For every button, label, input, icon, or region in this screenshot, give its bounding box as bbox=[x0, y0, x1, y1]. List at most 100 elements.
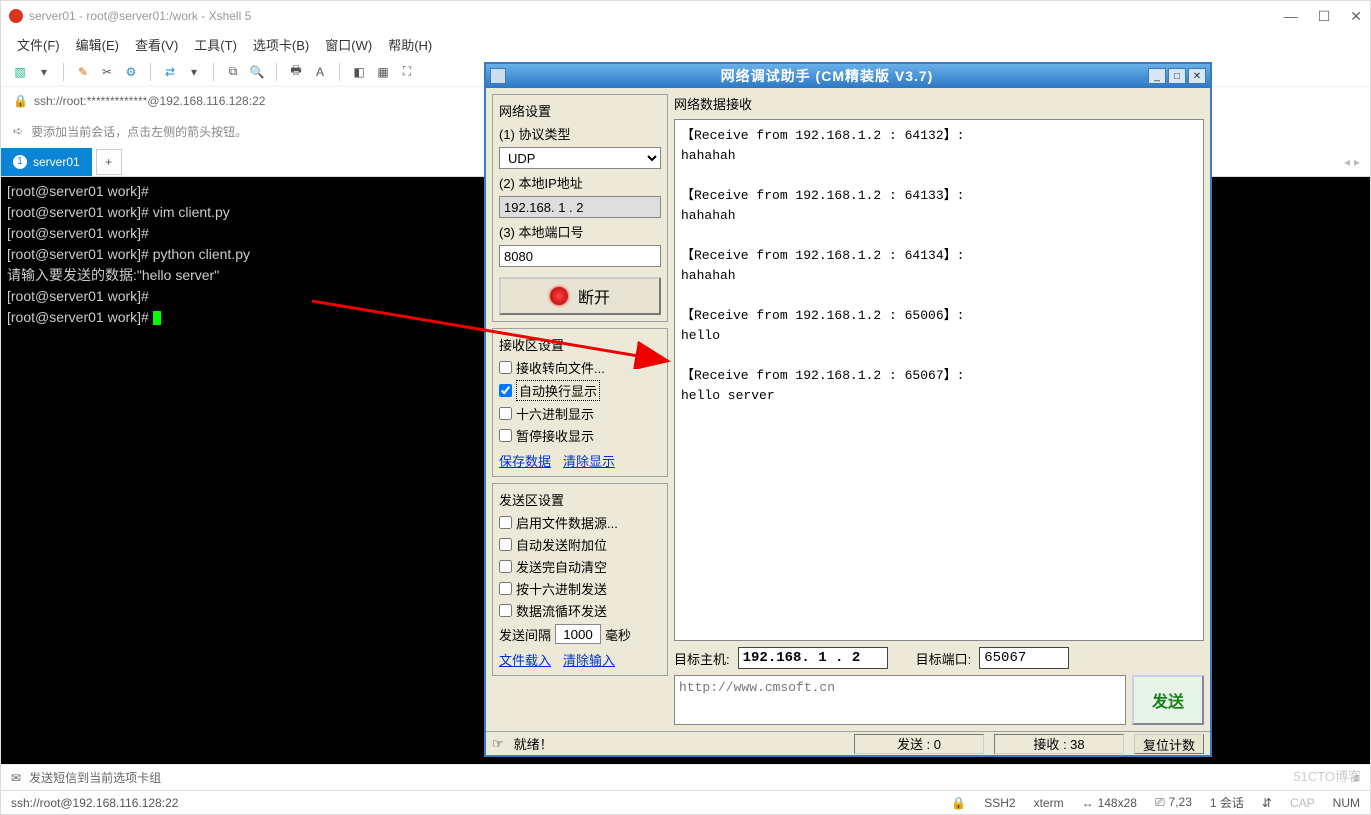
updown-icon: ⇵ bbox=[1262, 796, 1272, 810]
dropdown-icon[interactable]: ▾ bbox=[185, 63, 203, 81]
port-input[interactable] bbox=[499, 245, 661, 267]
menu-tools[interactable]: 工具(T) bbox=[188, 33, 243, 56]
menu-window[interactable]: 窗口(W) bbox=[319, 33, 378, 56]
send-count: 发送 : 0 bbox=[854, 734, 984, 754]
na-titlebar[interactable]: 网络调试助手 (CM精装版 V3.7) _ □ ✕ bbox=[486, 64, 1210, 88]
status-cap: CAP bbox=[1290, 796, 1315, 810]
lock-small-icon: 🔒 bbox=[951, 796, 966, 810]
menu-tabs[interactable]: 选项卡(B) bbox=[247, 33, 315, 56]
proto-label: (1) 协议类型 bbox=[499, 124, 661, 143]
status-bar-2: ssh://root@192.168.116.128:22 🔒 SSH2 xte… bbox=[1, 790, 1370, 814]
send-settings-group: 发送区设置 启用文件数据源... 自动发送附加位 发送完自动清空 按十六进制发送… bbox=[492, 483, 668, 676]
send-button[interactable]: 发送 bbox=[1132, 675, 1204, 725]
interval-input[interactable] bbox=[555, 624, 601, 644]
recv-settings-group: 接收区设置 接收转向文件... 自动换行显示 十六进制显示 暂停接收显示 保存数… bbox=[492, 328, 668, 477]
properties-icon[interactable]: ⚙ bbox=[122, 63, 140, 81]
address-value[interactable]: ssh://root:*************@192.168.116.128… bbox=[34, 94, 265, 108]
font-icon[interactable]: A bbox=[311, 63, 329, 81]
clear-input-link[interactable]: 清除输入 bbox=[563, 650, 615, 669]
open-icon[interactable]: ▾ bbox=[35, 63, 53, 81]
status-ssh: SSH2 bbox=[984, 796, 1015, 810]
na-title: 网络调试助手 (CM精装版 V3.7) bbox=[512, 66, 1142, 86]
na-min-button[interactable]: _ bbox=[1148, 68, 1166, 84]
loop-send-check[interactable]: 数据流循环发送 bbox=[499, 601, 661, 620]
net-settings-title: 网络设置 bbox=[499, 101, 661, 120]
reset-count-button[interactable]: 复位计数 bbox=[1134, 734, 1204, 754]
ready-icon: ☞ bbox=[492, 736, 504, 752]
status-size: ↔148x28 bbox=[1082, 796, 1137, 810]
status-num: NUM bbox=[1333, 796, 1360, 810]
search-icon[interactable]: 🔍 bbox=[248, 63, 266, 81]
na-max-button[interactable]: □ bbox=[1168, 68, 1186, 84]
tip-text: 要添加当前会话，点击左侧的箭头按钮。 bbox=[31, 123, 247, 140]
tab-index-badge: 1 bbox=[13, 155, 27, 169]
copy-icon[interactable]: ⧉ bbox=[224, 63, 242, 81]
menu-view[interactable]: 查看(V) bbox=[129, 33, 184, 56]
hex-send-check[interactable]: 按十六进制发送 bbox=[499, 579, 661, 598]
watermark-text: 51CTO博客 bbox=[1293, 766, 1361, 785]
cursor-icon bbox=[153, 311, 161, 325]
window-close-button[interactable]: ✕ bbox=[1350, 8, 1362, 25]
net-settings-group: 网络设置 (1) 协议类型 UDP (2) 本地IP地址 (3) 本地端口号 断… bbox=[492, 94, 668, 322]
interval-label2: 毫秒 bbox=[605, 625, 631, 644]
window-min-button[interactable]: — bbox=[1284, 8, 1298, 25]
auto-wrap-check[interactable]: 自动换行显示 bbox=[499, 380, 661, 401]
recv-count: 接收 : 38 bbox=[994, 734, 1124, 754]
na-close-button[interactable]: ✕ bbox=[1188, 68, 1206, 84]
port-label: (3) 本地端口号 bbox=[499, 222, 661, 241]
xshell-titlebar: server01 - root@server01:/work - Xshell … bbox=[1, 1, 1370, 31]
disconnect-icon[interactable]: ✂ bbox=[98, 63, 116, 81]
auto-append-check[interactable]: 自动发送附加位 bbox=[499, 535, 661, 554]
print-icon[interactable]: 🖶 bbox=[287, 63, 305, 81]
clear-after-check[interactable]: 发送完自动清空 bbox=[499, 557, 661, 576]
reconnect-icon[interactable]: ✎ bbox=[74, 63, 92, 81]
sun-icon bbox=[550, 287, 568, 305]
file-load-link[interactable]: 文件载入 bbox=[499, 650, 551, 669]
recv-settings-title: 接收区设置 bbox=[499, 335, 661, 354]
tip-arrow-icon[interactable]: ➪ bbox=[13, 124, 23, 138]
status-connection: ssh://root@192.168.116.128:22 bbox=[11, 796, 178, 810]
new-session-icon[interactable]: ▧ bbox=[11, 63, 29, 81]
status1-text: 发送短信到当前选项卡组 bbox=[29, 769, 161, 786]
tab-prev-icon[interactable]: ◂ bbox=[1344, 155, 1350, 169]
network-assistant-window: 网络调试助手 (CM精装版 V3.7) _ □ ✕ 网络设置 (1) 协议类型 … bbox=[484, 62, 1212, 757]
view-icon[interactable]: ▦ bbox=[374, 63, 392, 81]
tab-server01[interactable]: 1 server01 bbox=[1, 148, 92, 176]
file-source-check[interactable]: 启用文件数据源... bbox=[499, 513, 661, 532]
send-settings-title: 发送区设置 bbox=[499, 490, 661, 509]
tab-add-button[interactable]: + bbox=[96, 149, 122, 175]
tab-next-icon[interactable]: ▸ bbox=[1354, 155, 1360, 169]
color-icon[interactable]: ◧ bbox=[350, 63, 368, 81]
menu-file[interactable]: 文件(F) bbox=[11, 33, 66, 56]
lock-icon: 🔒 bbox=[13, 94, 28, 108]
na-status-bar: ☞ 就绪！ 发送 : 0 接收 : 38 复位计数 bbox=[486, 731, 1210, 755]
status-bar-1: ✉ 发送短信到当前选项卡组 ≡ bbox=[1, 764, 1370, 790]
target-host-input[interactable] bbox=[738, 647, 888, 669]
menu-bar: 文件(F) 编辑(E) 查看(V) 工具(T) 选项卡(B) 窗口(W) 帮助(… bbox=[1, 31, 1370, 57]
interval-label1: 发送间隔 bbox=[499, 625, 551, 644]
tab-label: server01 bbox=[33, 155, 80, 169]
target-port-label: 目标端口: bbox=[916, 649, 972, 668]
transfer-icon[interactable]: ⇄ bbox=[161, 63, 179, 81]
status-sessions: 1 会话 bbox=[1210, 794, 1244, 811]
save-data-link[interactable]: 保存数据 bbox=[499, 451, 551, 470]
menu-edit[interactable]: 编辑(E) bbox=[70, 33, 125, 56]
recv-textarea[interactable]: 【Receive from 192.168.1.2 : 64132】: haha… bbox=[674, 119, 1204, 641]
sms-icon: ✉ bbox=[11, 771, 21, 785]
recv-to-file-check[interactable]: 接收转向文件... bbox=[499, 358, 661, 377]
proto-select[interactable]: UDP bbox=[499, 147, 661, 169]
window-title: server01 - root@server01:/work - Xshell … bbox=[29, 9, 251, 23]
target-port-input[interactable] bbox=[979, 647, 1069, 669]
status-term: xterm bbox=[1034, 796, 1064, 810]
window-max-button[interactable]: ☐ bbox=[1318, 8, 1331, 25]
menu-help[interactable]: 帮助(H) bbox=[382, 33, 438, 56]
fullscreen-icon[interactable]: ⛶ bbox=[398, 63, 416, 81]
send-textarea[interactable]: http://www.cmsoft.cn bbox=[674, 675, 1126, 725]
disconnect-button[interactable]: 断开 bbox=[499, 277, 661, 315]
pause-recv-check[interactable]: 暂停接收显示 bbox=[499, 426, 661, 445]
ip-input[interactable] bbox=[499, 196, 661, 218]
clear-show-link[interactable]: 清除显示 bbox=[563, 451, 615, 470]
hex-show-check[interactable]: 十六进制显示 bbox=[499, 404, 661, 423]
ip-label: (2) 本地IP地址 bbox=[499, 173, 661, 192]
target-host-label: 目标主机: bbox=[674, 649, 730, 668]
